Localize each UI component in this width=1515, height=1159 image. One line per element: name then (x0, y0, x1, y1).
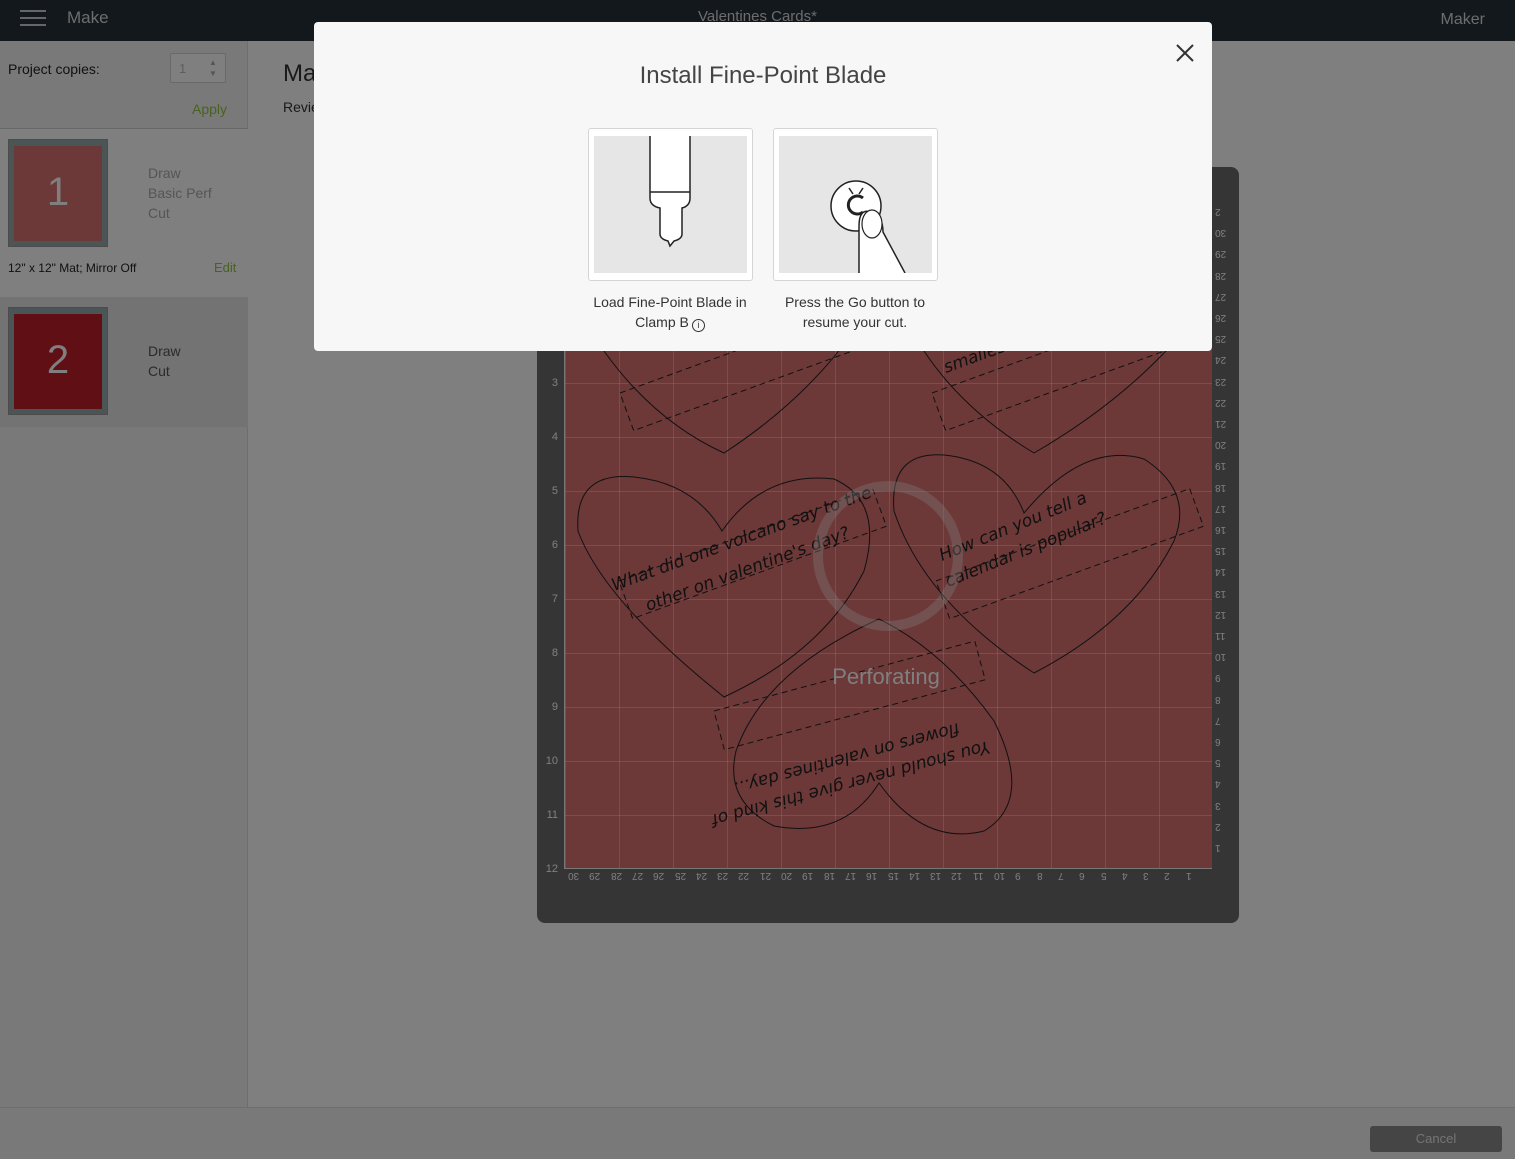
close-icon[interactable] (1174, 42, 1196, 64)
go-button-illustration (779, 136, 932, 273)
step-1-clamp: Clamp B (635, 314, 689, 330)
blade-illustration (594, 136, 747, 273)
step-2-instructions: Press the Go button to resume your cut. (765, 292, 945, 332)
info-icon[interactable]: i (691, 319, 705, 332)
step-2-line-1: Press the Go button to (784, 294, 926, 310)
step-card-load-blade (588, 128, 753, 281)
dialog-title: Install Fine-Point Blade (639, 62, 887, 89)
step-card-press-go (773, 128, 938, 281)
step-1-instructions: Load Fine-Point Blade in Clamp Bi (580, 292, 760, 332)
go-button-icon (830, 180, 906, 273)
step-1-line-1: Load Fine-Point Blade in (593, 294, 747, 310)
fine-point-blade-icon (649, 136, 691, 248)
step-1-line-2: Clamp Bi (580, 312, 760, 332)
step-2-line-2: resume your cut. (802, 314, 908, 330)
install-blade-dialog: Install Fine-Point Blade Load Fine-Point… (314, 22, 1212, 351)
